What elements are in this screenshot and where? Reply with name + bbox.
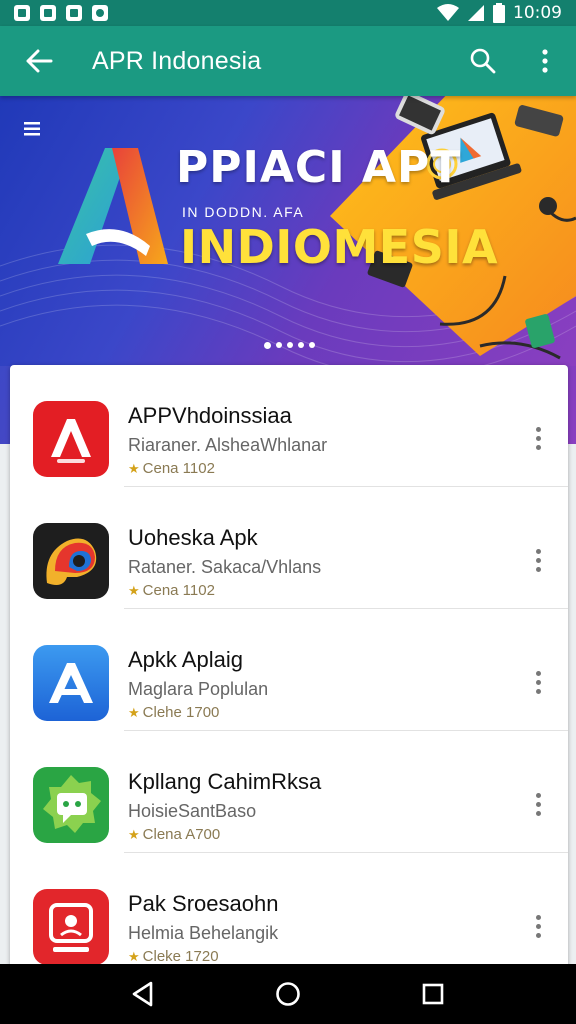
- carousel-dot[interactable]: [298, 342, 304, 348]
- signal-icon: [468, 5, 484, 21]
- app-subtitle: Rataner. Sakaca/Vhlans: [128, 557, 322, 577]
- search-button[interactable]: [452, 26, 514, 96]
- hamburger-menu-icon: [24, 122, 40, 136]
- carousel-dot[interactable]: [264, 342, 271, 349]
- carousel-indicator[interactable]: [264, 342, 315, 349]
- item-more-button[interactable]: [526, 543, 550, 577]
- status-bar: 10:09: [0, 0, 576, 26]
- promo-banner[interactable]: PPIACI APT IN DODDN. AFA INDIOMESIA: [0, 96, 576, 366]
- more-vert-icon: [542, 49, 548, 73]
- app-subtitle: Maglara Poplulan: [128, 679, 269, 699]
- notification-icon: [92, 5, 108, 21]
- app-list-item[interactable]: Uoheska Apk Rataner. Sakaca/Vhlans ★ Cen…: [10, 487, 568, 609]
- more-options-button[interactable]: [514, 26, 576, 96]
- banner-word: INDIOMESIA: [180, 220, 499, 274]
- app-rating: ★ Cena 1102: [128, 460, 215, 477]
- app-rating-text: Clena A700: [142, 826, 221, 843]
- app-list-item[interactable]: APPVhdoinssiaa Riaraner. AlsheaWhlanar ★…: [10, 365, 568, 487]
- nav-recents-button[interactable]: [408, 969, 458, 1019]
- arrow-back-icon: [26, 49, 53, 73]
- banner-headline: PPIACI APT: [176, 142, 462, 193]
- nav-home-icon: [276, 982, 300, 1006]
- app-rating: ★ Clehe 1700: [128, 704, 219, 721]
- app-subtitle: Helmia Behelangik: [128, 923, 279, 943]
- app-list-item[interactable]: Pak Sroesaohn Helmia Behelangik ★ Cleke …: [10, 853, 568, 975]
- blue-a-logo-icon: [33, 645, 109, 721]
- star-icon: ★: [128, 826, 140, 842]
- app-title: Apkk Aplaig: [128, 647, 243, 672]
- item-more-button[interactable]: [526, 909, 550, 943]
- notification-icon: [14, 5, 30, 21]
- wifi-icon: [437, 4, 459, 21]
- item-more-button[interactable]: [526, 787, 550, 821]
- notification-icon: [66, 5, 82, 21]
- app-rating: ★ Cleke 1720: [128, 948, 219, 965]
- star-icon: ★: [128, 704, 140, 720]
- carousel-dot[interactable]: [287, 342, 293, 348]
- search-icon: [470, 48, 496, 74]
- app-rating-text: Clehe 1700: [142, 704, 220, 721]
- app-rating: ★ Cena 1102: [128, 582, 215, 599]
- nav-back-icon: [132, 981, 152, 1007]
- app-title: Pak Sroesaohn: [128, 891, 279, 916]
- app-rating: ★ Clena A700: [128, 826, 220, 843]
- app-title: APPVhdoinssiaa: [128, 403, 292, 428]
- app-list-item[interactable]: Apkk Aplaig Maglara Poplulan ★ Clehe 170…: [10, 609, 568, 731]
- app-rating-text: Cleke 1720: [142, 948, 219, 965]
- star-icon: ★: [128, 948, 140, 964]
- item-more-button[interactable]: [526, 665, 550, 699]
- app-rating-text: Cena 1102: [142, 460, 215, 477]
- red-media-logo-icon: [33, 889, 109, 965]
- app-title: Kpllang CahimRksa: [128, 769, 322, 794]
- nav-recents-icon: [423, 983, 444, 1005]
- notification-icon: [40, 5, 56, 21]
- app-title: Uoheska Apk: [128, 525, 258, 550]
- green-chat-logo-icon: [33, 767, 109, 843]
- star-icon: ★: [128, 460, 140, 476]
- status-time: 10:09: [513, 3, 562, 23]
- nav-back-button[interactable]: [118, 969, 168, 1019]
- star-icon: ★: [128, 582, 140, 598]
- item-more-button[interactable]: [526, 421, 550, 455]
- colorful-p-logo-icon: [33, 523, 109, 599]
- app-rating-text: Cena 1102: [142, 582, 215, 599]
- app-list-item[interactable]: Kpllang CahimRksa HoisieSantBaso ★ Clena…: [10, 731, 568, 853]
- carousel-dot[interactable]: [309, 342, 315, 348]
- app-subtitle: Riaraner. AlsheaWhlanar: [128, 435, 328, 455]
- battery-icon: [493, 3, 505, 23]
- nav-home-button[interactable]: [263, 969, 313, 1019]
- back-button[interactable]: [0, 26, 78, 96]
- app-list-card: APPVhdoinssiaa Riaraner. AlsheaWhlanar ★…: [10, 365, 568, 985]
- app-subtitle: HoisieSantBaso: [128, 801, 257, 821]
- system-nav-bar: [0, 964, 576, 1024]
- banner-subline: IN DODDN. AFA: [182, 204, 305, 220]
- red-a-logo-icon: [33, 401, 109, 477]
- app-bar: APR Indonesia: [0, 26, 576, 96]
- menu-button[interactable]: [22, 120, 48, 142]
- carousel-dot[interactable]: [276, 342, 282, 348]
- page-title: APR Indonesia: [92, 46, 262, 75]
